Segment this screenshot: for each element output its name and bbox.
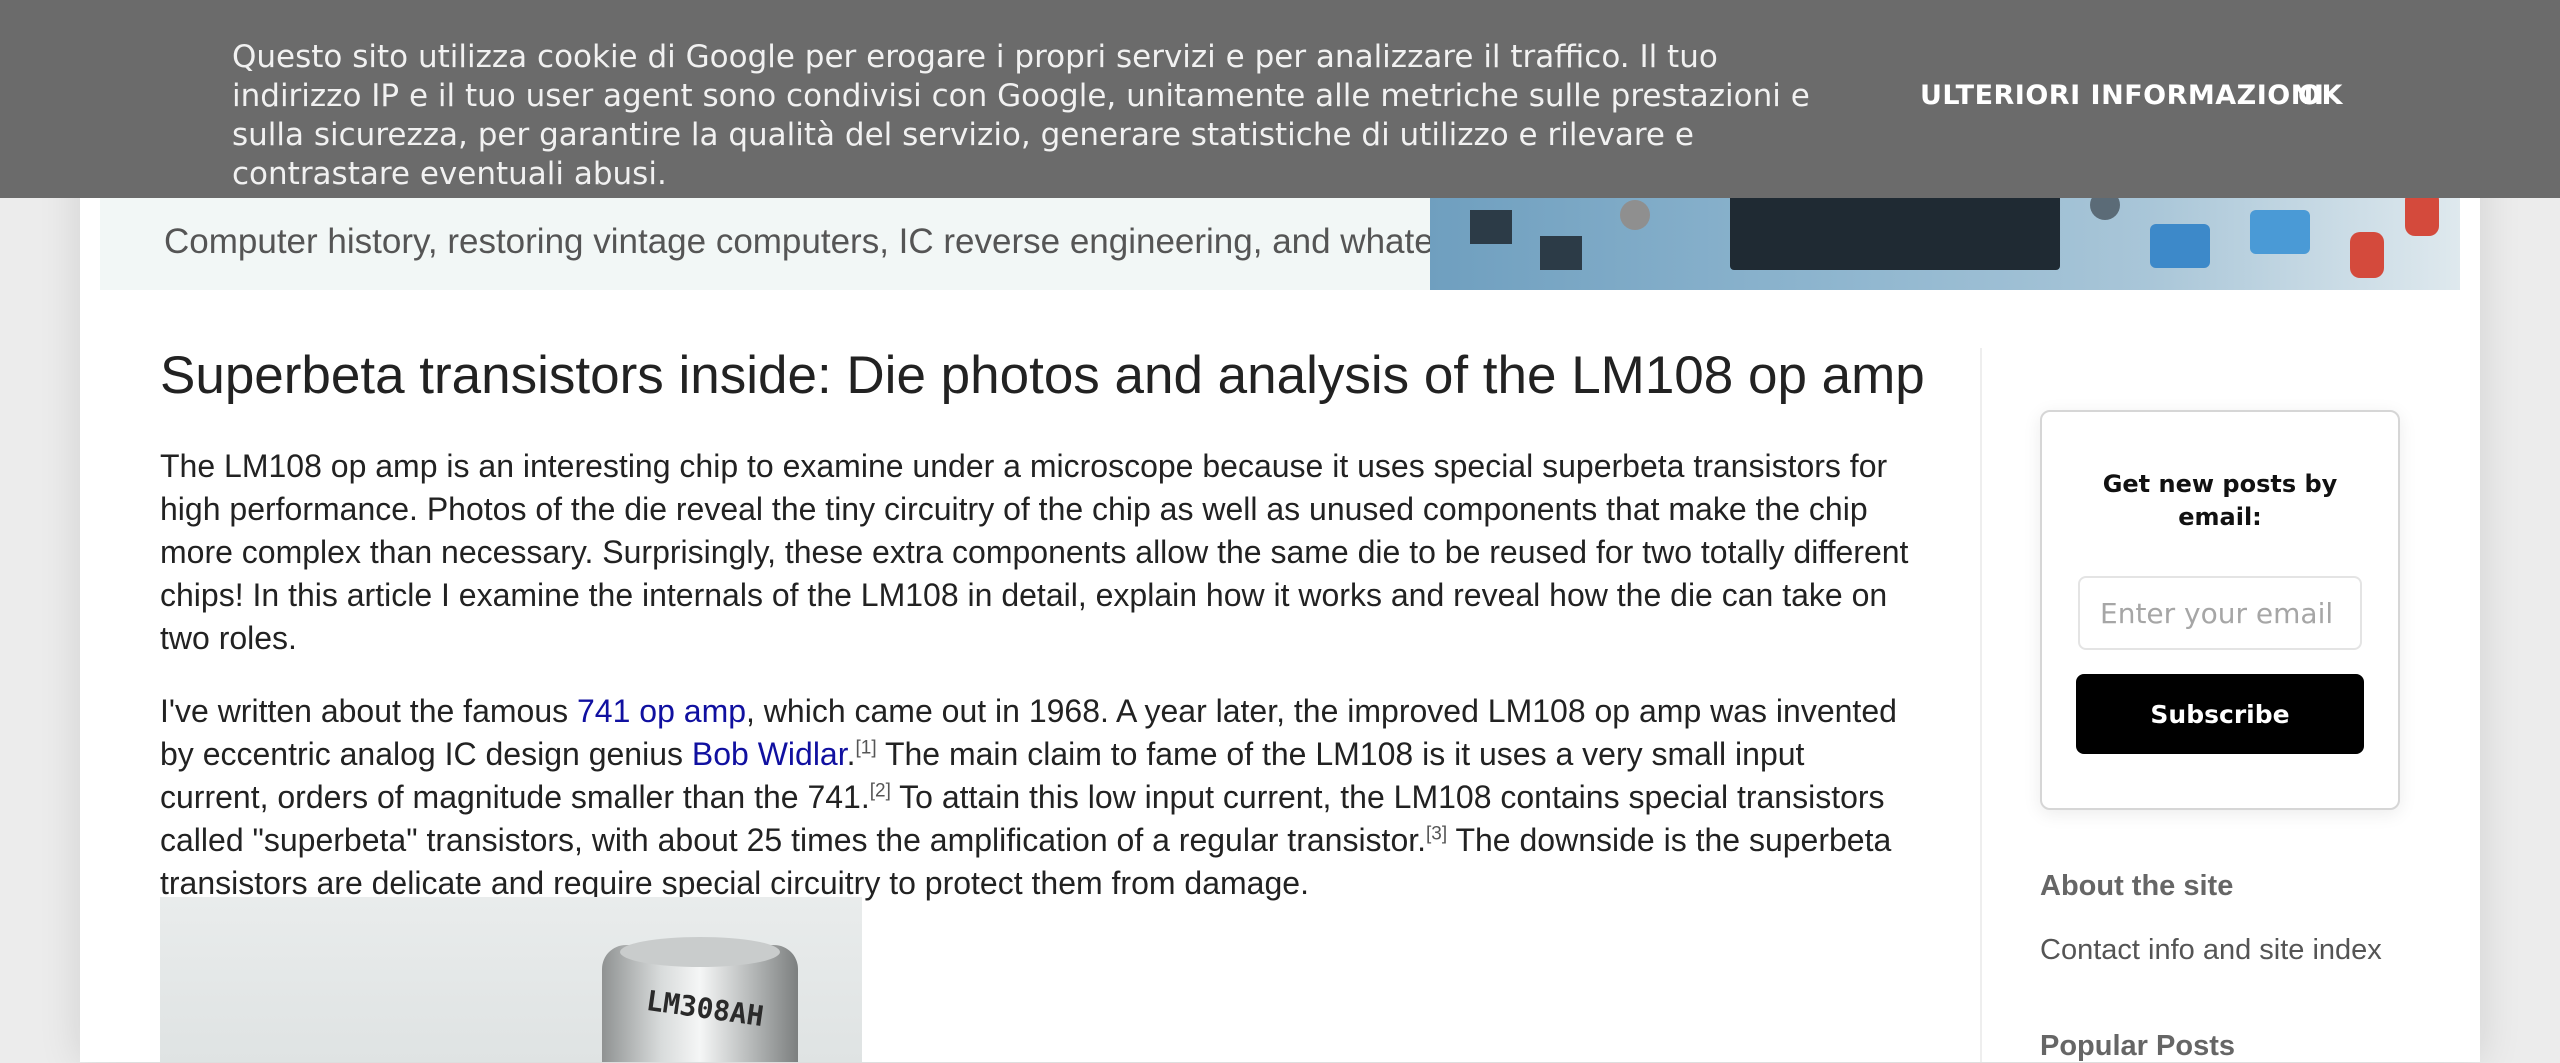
component-graphic [1620, 200, 1650, 230]
popular-posts-heading: Popular Posts [2040, 1030, 2235, 1062]
component-graphic [1540, 236, 1582, 270]
lm108-chip-photo[interactable]: LM308AH [160, 897, 862, 1062]
link-bob-widlar[interactable]: Bob Widlar [692, 736, 847, 772]
more-info-button[interactable]: ULTERIORI INFORMAZIONI [1920, 80, 2324, 111]
ok-button[interactable]: OK [2298, 80, 2343, 111]
about-heading: About the site [2040, 870, 2234, 902]
subscribe-widget: Get new posts by email: Subscribe [2040, 410, 2400, 810]
led-graphic [2350, 232, 2384, 278]
sidebar-divider [1980, 348, 1982, 1062]
capacitor-graphic [2150, 224, 2210, 268]
post-body: The LM108 op amp is an interesting chip … [160, 445, 1920, 935]
footnote-ref-2[interactable]: [2] [870, 780, 891, 801]
component-graphic [1470, 210, 1512, 244]
cookie-consent-bar: Questo sito utilizza cookie di Google pe… [0, 0, 2560, 198]
contact-info-link[interactable]: Contact info and site index [2040, 934, 2382, 967]
cookie-notice-text: Questo sito utilizza cookie di Google pe… [232, 39, 1810, 192]
paragraph-text: . [846, 736, 856, 772]
subscribe-button[interactable]: Subscribe [2076, 674, 2364, 754]
blog-tagline: Computer history, restoring vintage comp… [164, 222, 1483, 261]
chip-graphic [1730, 180, 2060, 270]
metal-can-top [620, 937, 780, 967]
post-title: Superbeta transistors inside: Die photos… [160, 346, 1925, 405]
history-paragraph: I've written about the famous 741 op amp… [160, 690, 1920, 905]
email-input[interactable] [2078, 576, 2362, 650]
link-741-op-amp[interactable]: 741 op amp [577, 693, 746, 729]
capacitor-graphic [2250, 210, 2310, 254]
subscribe-heading: Get new posts by email: [2102, 470, 2338, 531]
intro-paragraph: The LM108 op amp is an interesting chip … [160, 448, 1909, 656]
footnote-ref-1[interactable]: [1] [856, 737, 877, 758]
footnote-ref-3[interactable]: [3] [1426, 823, 1447, 844]
paragraph-text: I've written about the famous [160, 693, 577, 729]
